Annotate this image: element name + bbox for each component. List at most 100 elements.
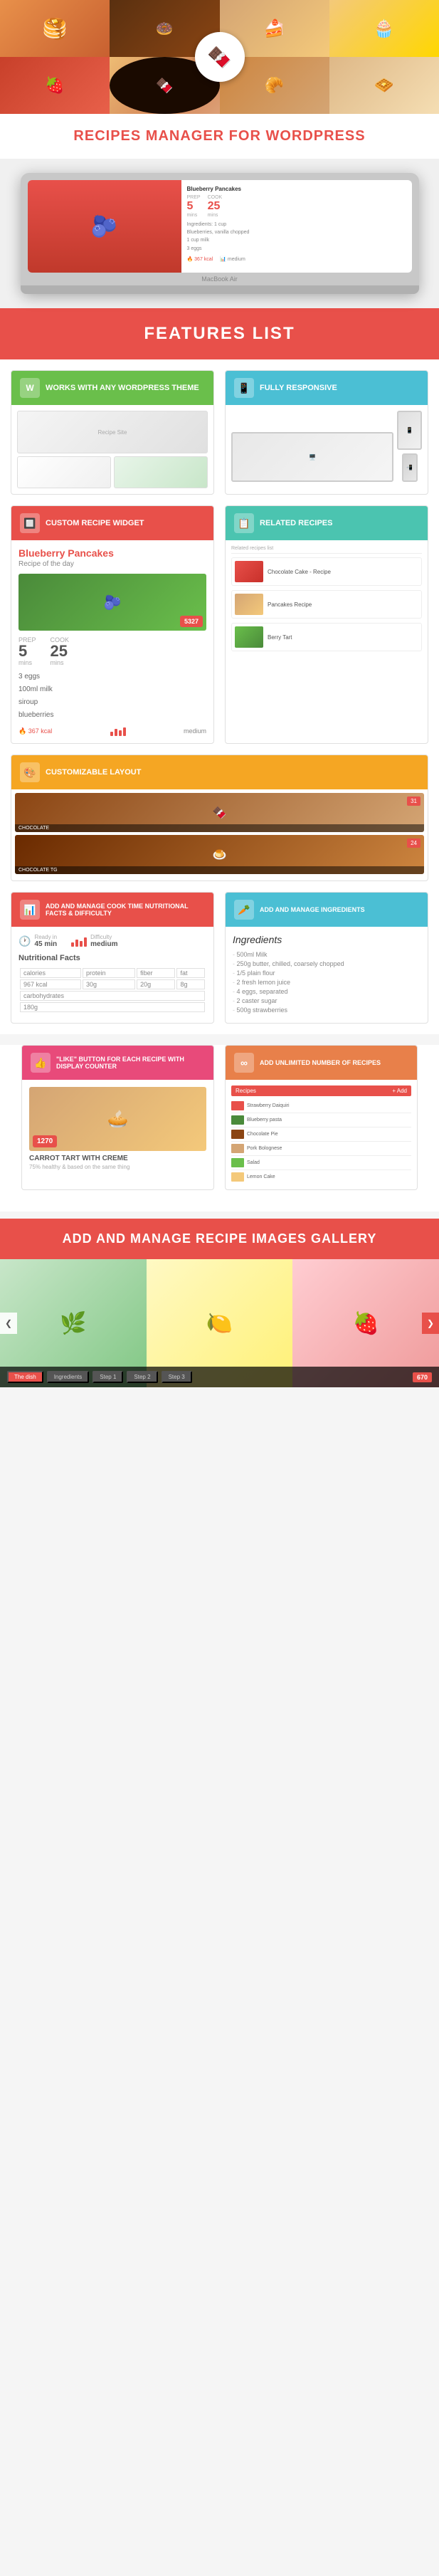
ingredients-title: Ingredients [233, 934, 421, 945]
unlimited-icon-box: ∞ [234, 1053, 254, 1073]
gallery-count: 670 [413, 1372, 432, 1382]
widget-icon-box: 🔲 [20, 513, 40, 533]
gallery-nav-left-icon: ❮ [5, 1318, 12, 1328]
feature-responsive-header: 📱 FULLY RESPONSIVE [226, 371, 428, 405]
like-unlimited-section: 👍 "LIKE" BUTTON FOR EACH RECIPE WITH DIS… [0, 1045, 439, 1211]
nut-cal-label: calories [20, 968, 81, 978]
layout-section: 🎨 CUSTOMIZABLE LAYOUT 🍫 CHOCOLATE 31 🍮 C… [0, 755, 439, 892]
gallery-tab-step1[interactable]: Step 1 [92, 1371, 123, 1383]
recipe-thumb-5 [231, 1158, 244, 1167]
responsive-icon: 📱 [238, 382, 250, 394]
unlimited-content: Recipes + Add Strawberry Daiquiri Bluebe… [226, 1080, 417, 1189]
hero-cell-1: 🥞 [0, 0, 110, 57]
layout-item-1: 🍫 CHOCOLATE 31 [15, 793, 424, 832]
gallery-bottom-bar: The dish Ingredients Step 1 Step 2 Step … [0, 1367, 439, 1387]
nut-row-2: 967 kcal 30g 20g 8g [20, 979, 205, 989]
macbook-difficulty: 📊 medium [220, 256, 245, 262]
ing-7: 500g strawberries [233, 1006, 421, 1014]
features-grid: W WORKS WITH ANY WORDPRESS THEME Recipe … [0, 359, 439, 755]
phone-mockup: 📲 [402, 453, 418, 482]
hero-cell-5: 🍓 [0, 57, 110, 114]
nut-row-3: carbohydrates [20, 991, 205, 1001]
widget-icon: 🔲 [23, 517, 36, 530]
related-demo: Related recipes list Chocolate Cake - Re… [226, 540, 428, 661]
screen-mockup-1: Recipe Site [17, 411, 208, 453]
hero-logo-icon: 🍫 [207, 46, 232, 69]
macbook-recipe-title: Blueberry Pancakes [187, 186, 406, 192]
ing-6: 2 caster sugar [233, 997, 421, 1004]
nut-fat-label: fat [176, 968, 205, 978]
like-box: 👍 "LIKE" BUTTON FOR EACH RECIPE WITH DIS… [21, 1045, 214, 1190]
wordpress-screens: Recipe Site [11, 405, 213, 494]
gallery-banner: ADD AND MANAGE RECIPE IMAGES GALLERY [0, 1219, 439, 1259]
layout-icon-box: 🎨 [20, 762, 40, 782]
ready-value: 45 min [34, 940, 57, 948]
tablet-mockup: 📱 [397, 411, 422, 450]
widget-badge: 5327 [180, 616, 203, 627]
tart-title: CARROT TART WITH CREME [29, 1155, 206, 1162]
ready-item: 🕐 Ready in 45 min [18, 934, 57, 948]
diff-bar-2 [75, 940, 78, 947]
screen-mockup-3 [114, 456, 208, 488]
feature-responsive-box: 📱 FULLY RESPONSIVE 🖥️ 📱 📲 [225, 370, 428, 495]
ing-4: 2 fresh lemon juice [233, 979, 421, 986]
recipe-thumb-3 [231, 1130, 244, 1139]
related-thumb-3 [235, 626, 263, 648]
macbook-ing-3: 1 cup milk [187, 236, 406, 244]
recipe-row-4: Pork Bolognese [231, 1142, 411, 1156]
gallery-tab-step2[interactable]: Step 2 [127, 1371, 157, 1383]
recipe-row-2: Blueberry pasta [231, 1113, 411, 1127]
ing-item-1: 3 eggs [18, 671, 206, 683]
like-icon-box: 👍 [31, 1053, 51, 1073]
gallery-nav-right[interactable]: ❯ [422, 1313, 439, 1334]
responsive-icon-box: 📱 [234, 378, 254, 398]
gallery-tab-step3[interactable]: Step 3 [162, 1371, 192, 1383]
feature-layout-box: 🎨 CUSTOMIZABLE LAYOUT 🍫 CHOCOLATE 31 🍮 C… [11, 755, 428, 881]
macbook-section: 🫐 Blueberry Pancakes PREP 5 mins COOK 25… [0, 159, 439, 308]
widget-recipe-subtitle: Recipe of the day [18, 560, 206, 568]
small-devices: 📱 📲 [397, 411, 422, 482]
nut-protein-val: 30g [83, 979, 135, 989]
feature-wordpress-label: WORKS WITH ANY WORDPRESS THEME [46, 384, 199, 392]
ing-item-4: blueberries [18, 709, 206, 722]
recipes-table-header: Recipes + Add [231, 1085, 411, 1096]
gallery-tabs: The dish Ingredients Step 1 Step 2 Step … [7, 1371, 192, 1383]
gallery-nav-left[interactable]: ❮ [0, 1313, 17, 1334]
macbook-footer: 🔥 367 kcal 📊 medium [187, 256, 406, 262]
responsive-screens: 🖥️ 📱 📲 [226, 405, 428, 488]
widget-recipe-img: 🫐 5327 [18, 574, 206, 631]
macbook-stats: PREP 5 mins COOK 25 mins [187, 195, 406, 218]
gallery-tab-ingredients[interactable]: Ingredients [47, 1371, 90, 1383]
unlimited-header: ∞ ADD UNLIMITED NUMBER OF RECIPES [226, 1046, 417, 1080]
screen-mockup-row [17, 456, 208, 488]
ready-label: Ready in [34, 934, 57, 940]
layout-badge-2: 24 [407, 838, 421, 848]
site-title-text: Recipes Manager for WordPress [73, 128, 365, 144]
difficulty-label: Difficulty [90, 934, 117, 940]
half-features-section: 📊 ADD AND MANAGE COOK TIME NUTRITIONAL F… [0, 892, 439, 1034]
macbook-bottom: MacBook Air [28, 273, 412, 285]
unlimited-header-label: ADD UNLIMITED NUMBER OF RECIPES [260, 1059, 381, 1066]
macbook-ingredients-list: Ingredients: 1 cup Blueberries, vanilla … [187, 221, 406, 253]
macbook-brand: MacBook Air [201, 275, 238, 283]
related-text-2: Pancakes Recipe [268, 601, 312, 608]
layout-overlay-2: CHOCOLATE TG [15, 866, 424, 874]
hero-cell-4: 🧁 [329, 0, 439, 57]
nut-carbs-label: carbohydrates [20, 991, 205, 1001]
widget-calories: 🔥 367 kcal [18, 727, 52, 735]
nutritional-box: 📊 ADD AND MANAGE COOK TIME NUTRITIONAL F… [11, 892, 214, 1024]
macbook-cook: COOK 25 mins [208, 195, 223, 218]
ingredients-header-label: ADD AND MANAGE INGREDIENTS [260, 906, 365, 913]
nut-cal-val: 967 kcal [20, 979, 81, 989]
macbook-prep-value: 5 [187, 200, 201, 213]
wordpress-icon: W [26, 383, 33, 393]
related-icon: 📋 [238, 517, 250, 530]
screen-mockup-2 [17, 456, 111, 488]
related-thumb-1 [235, 561, 263, 582]
like-icon: 👍 [34, 1057, 46, 1069]
nut-row-4: 180g [20, 1002, 205, 1012]
gallery-tab-dish[interactable]: The dish [7, 1371, 43, 1383]
ready-row: 🕐 Ready in 45 min Difficulty [18, 934, 206, 948]
feature-widget-label: CUSTOM RECIPE WIDGET [46, 519, 144, 527]
gallery-banner-title: ADD AND MANAGE RECIPE IMAGES GALLERY [13, 1231, 426, 1246]
